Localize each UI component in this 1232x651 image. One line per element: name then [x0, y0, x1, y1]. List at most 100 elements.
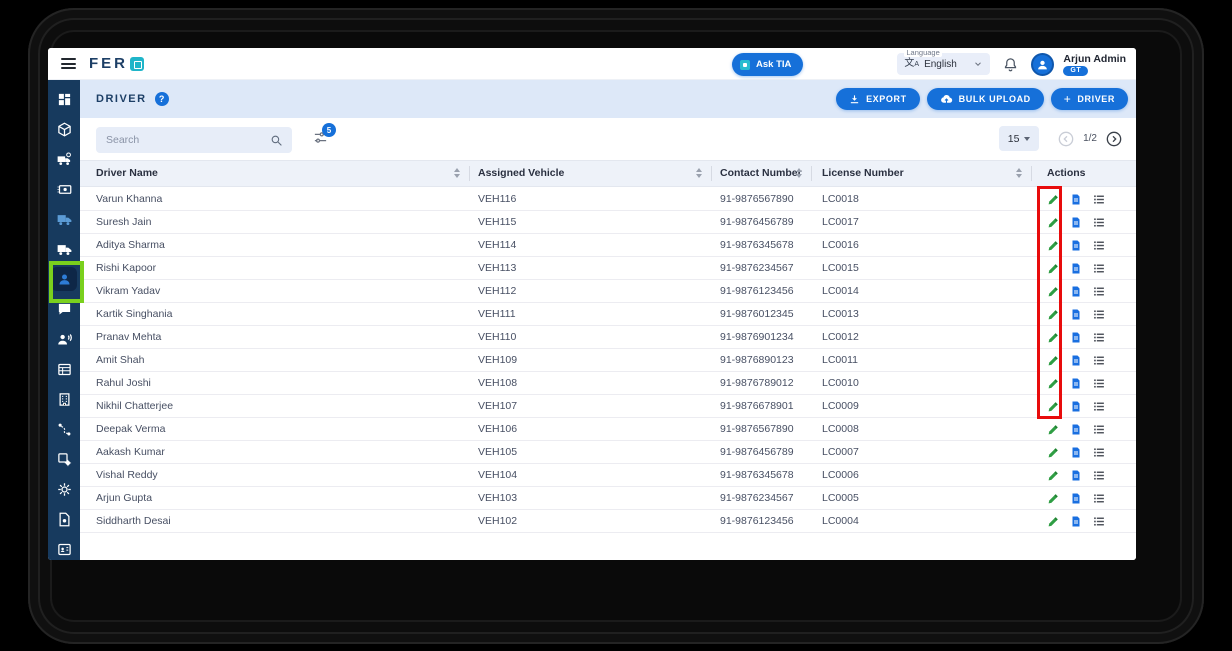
table-row: Nikhil Chatterjee VEH107 91-9876678901 L… [80, 395, 1136, 418]
edit-pencil-icon[interactable] [1047, 354, 1060, 367]
edit-pencil-icon[interactable] [1047, 469, 1060, 482]
cell-actions [1032, 423, 1136, 436]
column-header-license-number[interactable]: License Number [812, 161, 1032, 186]
sidebar-item-settings[interactable] [51, 477, 77, 501]
document-icon[interactable] [1070, 515, 1082, 528]
edit-pencil-icon[interactable] [1047, 400, 1060, 413]
cell-assigned-vehicle: VEH102 [478, 515, 518, 527]
page-size-select[interactable]: 15 [999, 126, 1040, 151]
hamburger-menu-icon[interactable] [61, 58, 76, 69]
sidebar-item-fleet[interactable] [51, 237, 77, 261]
column-header-assigned-vehicle[interactable]: Assigned Vehicle [470, 161, 712, 186]
drivers-person-icon [59, 274, 69, 284]
sidebar-item-shipments[interactable] [51, 147, 77, 171]
sidebar-item-routes[interactable] [51, 417, 77, 441]
details-list-icon[interactable] [1092, 400, 1106, 413]
document-icon[interactable] [1070, 446, 1082, 459]
add-driver-button[interactable]: + DRIVER [1050, 88, 1128, 110]
sort-icon[interactable] [454, 168, 460, 178]
language-select[interactable]: Language 文A English [897, 48, 991, 75]
cell-contact-number: 91-9876234567 [720, 492, 794, 504]
sidebar-item-id-cards[interactable] [51, 537, 77, 560]
details-list-icon[interactable] [1092, 377, 1106, 390]
sidebar-item-contacts[interactable] [51, 327, 77, 351]
edit-pencil-icon[interactable] [1047, 308, 1060, 321]
document-icon[interactable] [1070, 193, 1082, 206]
user-avatar[interactable] [1031, 52, 1055, 76]
edit-pencil-icon[interactable] [1047, 239, 1060, 252]
table-row: Rahul Joshi VEH108 91-9876789012 LC0010 [80, 372, 1136, 395]
cell-assigned-vehicle: VEH105 [478, 446, 518, 458]
cell-driver-name: Nikhil Chatterjee [96, 400, 174, 412]
document-icon[interactable] [1070, 354, 1082, 367]
details-list-icon[interactable] [1092, 308, 1106, 321]
document-icon[interactable] [1070, 400, 1082, 413]
document-icon[interactable] [1070, 423, 1082, 436]
document-icon[interactable] [1070, 331, 1082, 344]
cell-contact-number: 91-9876345678 [720, 469, 794, 481]
sidebar-item-reports[interactable] [51, 357, 77, 381]
edit-pencil-icon[interactable] [1047, 331, 1060, 344]
sidebar-item-messages[interactable] [51, 297, 77, 321]
column-header-contact-number[interactable]: Contact Number [712, 161, 812, 186]
document-icon[interactable] [1070, 285, 1082, 298]
details-list-icon[interactable] [1092, 492, 1106, 505]
document-icon[interactable] [1070, 377, 1082, 390]
edit-pencil-icon[interactable] [1047, 423, 1060, 436]
language-label: Language [904, 48, 942, 57]
edit-pencil-icon[interactable] [1047, 515, 1060, 528]
edit-pencil-icon[interactable] [1047, 193, 1060, 206]
sidebar-item-inventory[interactable] [51, 447, 77, 471]
filter-button[interactable]: 5 [313, 123, 336, 150]
notifications-bell-icon[interactable] [1003, 57, 1018, 72]
edit-pencil-icon[interactable] [1047, 285, 1060, 298]
document-icon[interactable] [1070, 469, 1082, 482]
cell-assigned-vehicle: VEH116 [478, 193, 517, 205]
edit-pencil-icon[interactable] [1047, 446, 1060, 459]
sort-icon[interactable] [796, 168, 802, 178]
document-icon[interactable] [1070, 239, 1082, 252]
sidebar-item-payments[interactable] [51, 177, 77, 201]
table-row: Kartik Singhania VEH111 91-9876012345 LC… [80, 303, 1136, 326]
search-input[interactable] [96, 134, 270, 146]
cell-license-number: LC0012 [822, 331, 859, 343]
cell-contact-number: 91-9876123456 [720, 515, 794, 527]
cell-assigned-vehicle: VEH114 [478, 239, 517, 251]
details-list-icon[interactable] [1092, 216, 1106, 229]
details-list-icon[interactable] [1092, 423, 1106, 436]
column-header-driver-name[interactable]: Driver Name [80, 161, 470, 186]
details-list-icon[interactable] [1092, 239, 1106, 252]
document-icon[interactable] [1070, 492, 1082, 505]
bulk-upload-button[interactable]: BULK UPLOAD [926, 88, 1044, 110]
details-list-icon[interactable] [1092, 193, 1106, 206]
help-icon[interactable]: ? [154, 92, 169, 106]
export-button[interactable]: EXPORT [836, 88, 920, 110]
sidebar-item-transport[interactable] [51, 207, 77, 231]
edit-pencil-icon[interactable] [1047, 492, 1060, 505]
sidebar-item-orders[interactable] [51, 117, 77, 141]
edit-pencil-icon[interactable] [1047, 377, 1060, 390]
details-list-icon[interactable] [1092, 446, 1106, 459]
document-icon[interactable] [1070, 216, 1082, 229]
ask-tia-button[interactable]: Ask TIA [732, 53, 804, 76]
table-toolbar: 5 15 1/2 [80, 118, 1136, 160]
edit-pencil-icon[interactable] [1047, 262, 1060, 275]
edit-pencil-icon[interactable] [1047, 216, 1060, 229]
sidebar-item-dashboard[interactable] [51, 87, 77, 111]
document-icon[interactable] [1070, 308, 1082, 321]
next-page-button[interactable] [1106, 131, 1122, 147]
sidebar-item-documents[interactable] [51, 507, 77, 531]
details-list-icon[interactable] [1092, 262, 1106, 275]
details-list-icon[interactable] [1092, 354, 1106, 367]
prev-page-button[interactable] [1058, 131, 1074, 147]
document-icon[interactable] [1070, 262, 1082, 275]
sidebar-item-company[interactable] [51, 387, 77, 411]
details-list-icon[interactable] [1092, 331, 1106, 344]
details-list-icon[interactable] [1092, 515, 1106, 528]
details-list-icon[interactable] [1092, 469, 1106, 482]
sidebar-item-drivers[interactable] [51, 267, 77, 291]
sort-icon[interactable] [696, 168, 702, 178]
table-row: Amit Shah VEH109 91-9876890123 LC0011 [80, 349, 1136, 372]
sort-icon[interactable] [1016, 168, 1022, 178]
details-list-icon[interactable] [1092, 285, 1106, 298]
